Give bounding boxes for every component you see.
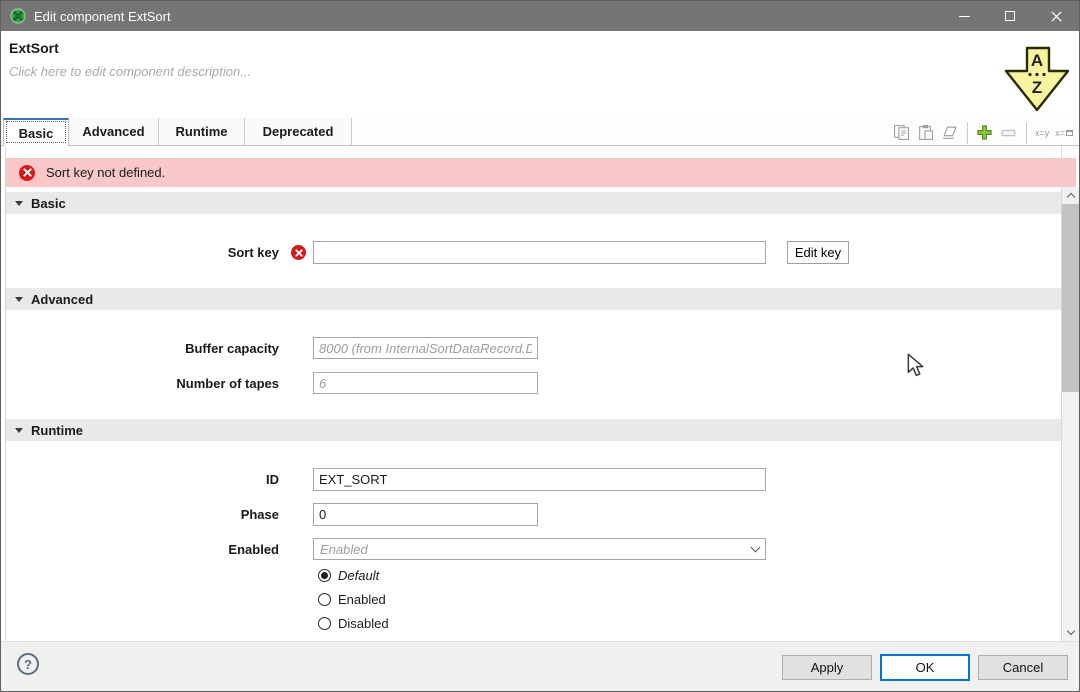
content-left-border bbox=[5, 146, 6, 641]
clover-app-icon bbox=[10, 8, 26, 24]
eraser-icon[interactable] bbox=[941, 124, 959, 142]
phase-label: Phase bbox=[1, 507, 279, 522]
number-of-tapes-label: Number of tapes bbox=[1, 376, 279, 391]
cancel-button[interactable]: Cancel bbox=[978, 655, 1068, 680]
scroll-up-arrow-icon[interactable] bbox=[1062, 187, 1079, 204]
properties-toolbar: x=y x= bbox=[893, 120, 1073, 145]
set-value-icon[interactable]: x=y bbox=[1035, 128, 1049, 138]
section-header-runtime[interactable]: Runtime bbox=[6, 419, 1061, 441]
buffer-capacity-label: Buffer capacity bbox=[1, 341, 279, 356]
collapse-arrow-icon bbox=[15, 428, 23, 433]
mini-window-icon bbox=[1066, 130, 1073, 136]
phase-input[interactable] bbox=[313, 503, 538, 526]
tab-basic[interactable]: Basic bbox=[3, 118, 69, 146]
enabled-select[interactable]: Enabled bbox=[313, 538, 766, 560]
maximize-button[interactable] bbox=[987, 1, 1033, 31]
error-banner: Sort key not defined. bbox=[6, 158, 1076, 187]
enabled-select-value: Enabled bbox=[320, 542, 752, 557]
sort-key-label: Sort key bbox=[1, 245, 279, 260]
enabled-label: Enabled bbox=[1, 542, 279, 557]
radio-disabled[interactable]: Disabled bbox=[318, 616, 389, 631]
radio-default[interactable]: Default bbox=[318, 568, 379, 583]
section-header-basic[interactable]: Basic bbox=[6, 192, 1061, 214]
ok-button[interactable]: OK bbox=[880, 654, 970, 681]
radio-unselected-icon bbox=[318, 617, 331, 630]
sort-key-error-icon bbox=[291, 245, 306, 260]
section-header-advanced[interactable]: Advanced bbox=[6, 288, 1061, 310]
id-label: ID bbox=[1, 472, 279, 487]
remove-property-icon[interactable] bbox=[1000, 124, 1018, 142]
number-of-tapes-input[interactable] bbox=[313, 372, 538, 394]
error-icon bbox=[19, 165, 35, 181]
edit-key-button[interactable]: Edit key bbox=[787, 241, 849, 264]
close-button[interactable] bbox=[1033, 1, 1079, 31]
scrollbar-thumb[interactable] bbox=[1062, 204, 1079, 392]
scroll-down-arrow-icon[interactable] bbox=[1062, 624, 1079, 641]
apply-button[interactable]: Apply bbox=[782, 655, 872, 680]
minimize-icon bbox=[959, 16, 970, 17]
help-button[interactable]: ? bbox=[17, 653, 39, 675]
toolbar-separator bbox=[967, 122, 968, 144]
close-icon bbox=[1051, 11, 1062, 22]
buffer-capacity-input[interactable] bbox=[313, 337, 538, 359]
tab-deprecated[interactable]: Deprecated bbox=[245, 118, 352, 145]
set-value-dialog-icon[interactable]: x= bbox=[1055, 128, 1073, 138]
copy-icon[interactable] bbox=[893, 124, 911, 142]
minimize-button[interactable] bbox=[941, 1, 987, 31]
extsort-az-arrow-icon: A Z bbox=[1004, 46, 1070, 114]
radio-selected-icon bbox=[318, 569, 331, 582]
az-icon-letter-a: A bbox=[1031, 51, 1043, 70]
radio-enabled[interactable]: Enabled bbox=[318, 592, 386, 607]
component-description-placeholder[interactable]: Click here to edit component description… bbox=[9, 64, 251, 79]
toolbar-separator bbox=[1026, 122, 1027, 144]
window-title: Edit component ExtSort bbox=[34, 9, 171, 24]
paste-icon[interactable] bbox=[917, 124, 935, 142]
tab-runtime[interactable]: Runtime bbox=[159, 118, 245, 145]
error-message: Sort key not defined. bbox=[46, 165, 165, 180]
maximize-icon bbox=[1005, 11, 1015, 21]
sort-key-input[interactable] bbox=[313, 241, 766, 264]
tab-advanced[interactable]: Advanced bbox=[69, 118, 159, 145]
component-name: ExtSort bbox=[9, 40, 59, 56]
radio-unselected-icon bbox=[318, 593, 331, 606]
add-property-icon[interactable] bbox=[976, 124, 994, 142]
edit-component-dialog: Edit component ExtSort ExtSort Click her… bbox=[0, 0, 1080, 692]
titlebar: Edit component ExtSort bbox=[1, 1, 1079, 31]
collapse-arrow-icon bbox=[15, 297, 23, 302]
az-icon-letter-z: Z bbox=[1032, 78, 1042, 97]
id-input[interactable] bbox=[313, 468, 766, 491]
collapse-arrow-icon bbox=[15, 201, 23, 206]
question-mark-icon: ? bbox=[24, 657, 32, 672]
mouse-cursor bbox=[906, 353, 928, 377]
vertical-scrollbar[interactable] bbox=[1062, 187, 1079, 641]
chevron-down-icon bbox=[751, 543, 761, 553]
